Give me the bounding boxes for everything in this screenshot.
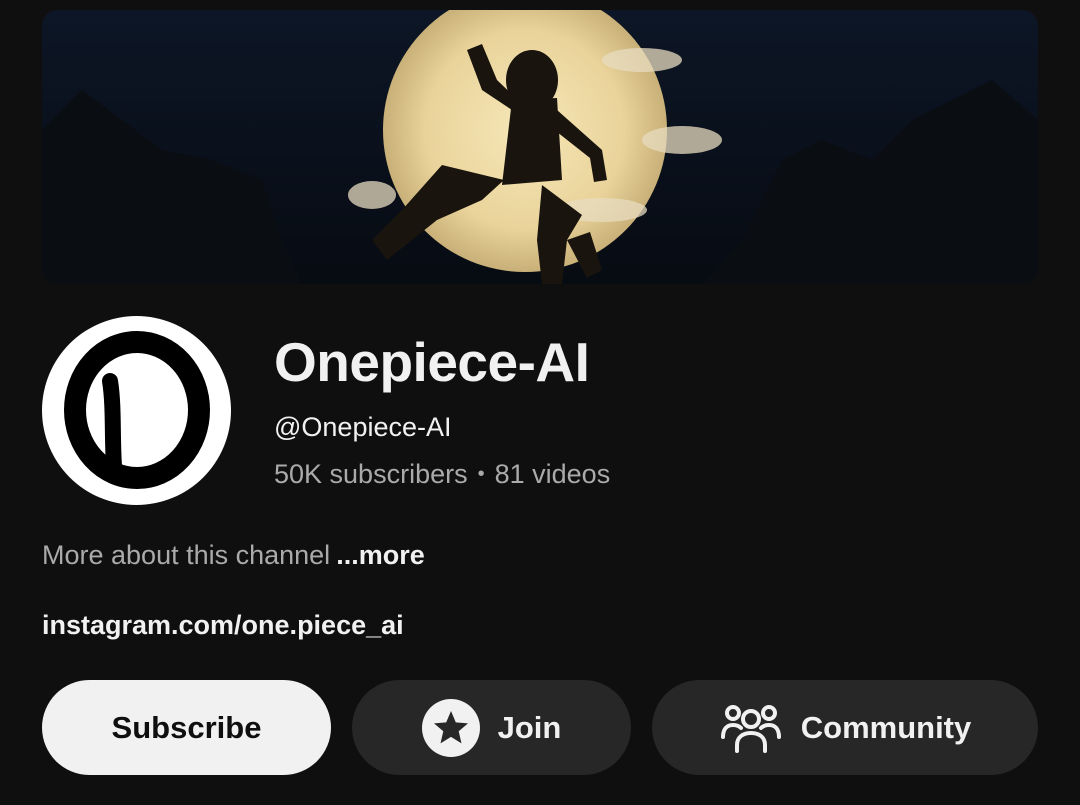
channel-link[interactable]: instagram.com/one.piece_ai xyxy=(42,610,404,641)
people-icon xyxy=(719,701,783,755)
about-text: More about this channel xyxy=(42,540,331,570)
subscribe-label: Subscribe xyxy=(111,709,262,745)
join-button[interactable]: Join xyxy=(352,680,631,775)
channel-description[interactable]: More about this channel ...more xyxy=(42,540,425,571)
video-count: 81 videos xyxy=(494,459,611,489)
channel-stats: 50K subscribers • 81 videos xyxy=(274,459,610,490)
stats-separator: • xyxy=(477,463,485,485)
subscribe-button[interactable]: Subscribe xyxy=(42,680,331,775)
community-button[interactable]: Community xyxy=(652,680,1038,775)
channel-handle: @Onepiece-AI xyxy=(274,412,452,442)
channel-banner xyxy=(42,10,1038,284)
more-link[interactable]: ...more xyxy=(336,540,425,570)
channel-avatar[interactable] xyxy=(42,316,231,505)
community-label: Community xyxy=(800,709,972,745)
star-icon xyxy=(421,698,480,757)
join-label: Join xyxy=(497,709,562,745)
subscriber-count: 50K subscribers xyxy=(274,459,468,489)
channel-name: Onepiece-AI xyxy=(274,331,590,393)
